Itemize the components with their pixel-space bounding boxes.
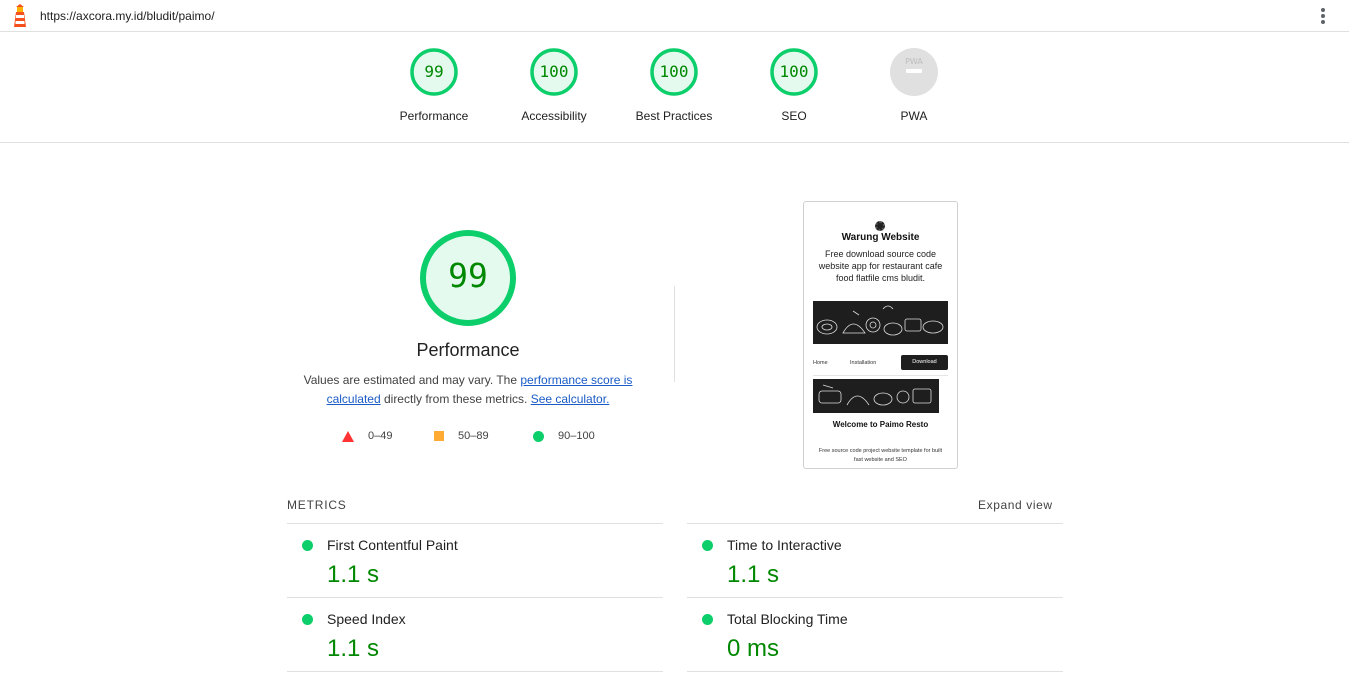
score-ring: 100 — [530, 48, 578, 96]
site-title: Warung Website — [841, 232, 920, 243]
metric-value: 1.1 s — [727, 561, 780, 588]
metric-value: 0 ms — [727, 635, 780, 662]
legend-pass: 90–100 — [533, 430, 595, 442]
fail-triangle-icon — [342, 430, 354, 442]
legend-range: 0–49 — [368, 430, 393, 442]
pwa-badge-icon: PWA — [890, 48, 938, 96]
page-url: https://axcora.my.id/bludit/paimo/ — [40, 9, 215, 23]
performance-description: Values are estimated and may vary. The p… — [288, 371, 648, 409]
nav-installation: Installation — [850, 360, 877, 366]
gauge-accessibility[interactable]: 100 Accessibility — [494, 47, 614, 123]
gauge-label: Best Practices — [635, 109, 713, 123]
gauge-label: Performance — [399, 109, 469, 123]
performance-title: Performance — [416, 340, 520, 360]
metric-time-to-interactive: Time to Interactive 1.1 s — [687, 524, 1063, 598]
final-screenshot[interactable]: Warung Website Free download source code… — [803, 201, 958, 469]
gauge-pwa[interactable]: PWA PWA — [854, 47, 974, 123]
score-ring: 100 — [770, 48, 818, 96]
desc-text: directly from these metrics. — [380, 392, 531, 406]
performance-score: 99 — [448, 256, 488, 295]
pass-circle-icon — [702, 540, 713, 551]
gauge-performance[interactable]: 99 Performance — [374, 47, 494, 123]
pwa-badge-text: PWA — [905, 57, 923, 66]
score-ring: 100 — [650, 48, 698, 96]
pass-circle-icon — [302, 540, 313, 551]
metric-first-contentful-paint: First Contentful Paint 1.1 s — [287, 524, 663, 598]
metric-speed-index: Speed Index 1.1 s — [287, 598, 663, 672]
metric-total-blocking-time: Total Blocking Time 0 ms — [687, 598, 1063, 672]
legend-fail: 0–49 — [342, 430, 392, 442]
pass-circle-icon — [702, 614, 713, 625]
see-calculator-link[interactable]: See calculator. — [531, 392, 610, 406]
performance-score-gauge: 99 — [418, 228, 518, 328]
legend-range: 90–100 — [558, 430, 595, 442]
nav-home: Home — [813, 360, 828, 366]
site-footer-text: Free source code project website templat… — [818, 448, 943, 463]
gauge-score: 100 — [540, 62, 569, 81]
metric-value: 1.1 s — [327, 635, 380, 662]
metric-name: Total Blocking Time — [727, 611, 848, 627]
score-gauges: 99 Performance 100 Accessibility 100 Bes… — [0, 32, 1349, 143]
metric-name: First Contentful Paint — [327, 537, 458, 553]
gauge-seo[interactable]: 100 SEO — [734, 47, 854, 123]
metric-name: Speed Index — [327, 611, 406, 627]
welcome-heading: Welcome to Paimo Resto — [832, 420, 929, 429]
metrics-header: METRICS — [287, 498, 347, 512]
gauge-label: SEO — [781, 109, 807, 123]
expand-view-toggle[interactable]: Expand view — [978, 498, 1053, 512]
gauge-score: 100 — [780, 62, 809, 81]
average-square-icon — [434, 431, 444, 441]
gauge-score: 100 — [660, 62, 689, 81]
site-tagline: Free download source code website app fo… — [818, 249, 943, 283]
gauge-label: PWA — [900, 109, 928, 123]
kebab-menu-icon[interactable] — [1316, 6, 1330, 26]
gauge-score: 99 — [424, 62, 443, 81]
nav-download-button: Download — [901, 355, 948, 370]
pass-circle-icon — [302, 614, 313, 625]
divider — [813, 375, 948, 376]
metric-name: Time to Interactive — [727, 537, 842, 553]
score-ring: 99 — [410, 48, 458, 96]
divider — [674, 286, 675, 382]
legend-range: 50–89 — [458, 430, 489, 442]
site-nav: Home Installation Download — [813, 355, 948, 371]
metric-value: 1.1 s — [327, 561, 380, 588]
food-illustration-image — [813, 379, 939, 413]
legend-average: 50–89 — [434, 430, 489, 442]
gauge-label: Accessibility — [521, 109, 587, 123]
pass-circle-icon — [533, 430, 544, 442]
site-logo-icon — [875, 221, 885, 231]
food-illustration-image — [813, 301, 948, 344]
lighthouse-icon — [14, 4, 26, 27]
report-topbar: https://axcora.my.id/bludit/paimo/ — [0, 0, 1349, 32]
gauge-best-practices[interactable]: 100 Best Practices — [614, 47, 734, 123]
divider — [687, 671, 1063, 672]
desc-text: Values are estimated and may vary. The — [303, 373, 521, 387]
divider — [287, 671, 663, 672]
